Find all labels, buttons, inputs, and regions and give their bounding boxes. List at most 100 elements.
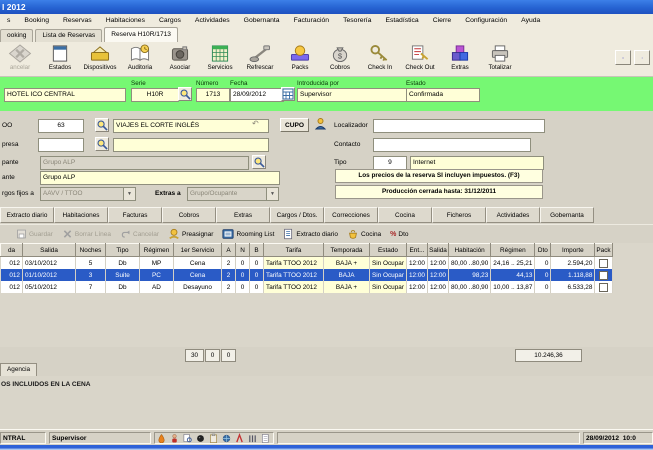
grid-button-cocina[interactable]: Cocina	[347, 228, 381, 240]
tipo-code-field[interactable]: 9	[373, 156, 407, 170]
column-header[interactable]: Pack	[594, 243, 613, 257]
column-header[interactable]: Tipo	[105, 243, 140, 257]
cargos-fijos-select[interactable]: AAVV / TTOO ▼	[40, 187, 136, 201]
globe-icon[interactable]	[222, 433, 231, 443]
tab-extras[interactable]: Extras	[216, 207, 270, 223]
toolbar-button-servicios[interactable]: Servicios	[200, 44, 240, 71]
pack-checkbox[interactable]	[599, 258, 608, 268]
column-header[interactable]: Estado	[369, 243, 407, 257]
menu-item-actividades[interactable]: Actividades	[188, 14, 237, 27]
column-header[interactable]: 1er Servicio	[173, 243, 222, 257]
toolbar-button-extras[interactable]: Extras	[440, 44, 480, 71]
contacto-input[interactable]	[373, 138, 531, 152]
pack-checkbox[interactable]	[599, 270, 608, 280]
ocupante-field[interactable]: Grupo ALP	[40, 171, 280, 185]
column-header[interactable]: Dto	[534, 243, 552, 257]
ttoo-search-button[interactable]	[95, 118, 109, 132]
menu-item-gobernanta[interactable]: Gobernanta	[237, 14, 287, 27]
column-header[interactable]: Salida	[426, 243, 449, 257]
nav-first-icon[interactable]	[615, 50, 631, 65]
tab-gobernanta[interactable]: Gobernanta	[540, 207, 594, 223]
titular-field[interactable]: Grupo ALP	[40, 156, 249, 170]
menu-item-estad-stica[interactable]: Estadística	[378, 14, 425, 27]
tab-cocina[interactable]: Cocina	[378, 207, 432, 223]
menu-item-s[interactable]: s	[0, 14, 17, 27]
tipo-name-field[interactable]: Internet	[410, 156, 544, 170]
toolbar-button-packs[interactable]: Packs	[280, 44, 320, 71]
tab-cobros[interactable]: Cobros	[162, 207, 216, 223]
grid-button-rooming-list[interactable]: Rooming List	[222, 228, 274, 240]
column-header[interactable]: A	[221, 243, 236, 257]
toolbar-button-asociar[interactable]: Asociar	[160, 44, 200, 71]
tab-ficheros[interactable]: Ficheros	[432, 207, 486, 223]
serie-field[interactable]: H10R	[131, 88, 179, 102]
table-row[interactable]: 012 03/10/2012 5 Db MP Cena 2 0 0 Tarifa TTOO 201…	[0, 256, 613, 269]
nav-prev-icon[interactable]	[634, 50, 650, 65]
toolbar-button-refrescar[interactable]: Refrescar	[240, 44, 280, 71]
menu-item-booking[interactable]: Booking	[17, 14, 56, 27]
tab-habitaciones[interactable]: Habitaciones	[54, 207, 108, 223]
toolbar-button-cobros[interactable]: $ Cobros	[320, 44, 360, 71]
column-header[interactable]: Habitación	[447, 243, 492, 257]
column-header[interactable]: N	[235, 243, 250, 257]
grid-button-preasignar[interactable]: Preasignar	[168, 228, 213, 240]
toolbar-button-totalizar[interactable]: Totalizar	[480, 44, 520, 71]
grid-button-cancelar[interactable]: Cancelar	[120, 228, 159, 240]
doc-tab-reserva-h10r-1713[interactable]: Reserva H10R/1713	[104, 27, 178, 42]
numero-field[interactable]: 1713	[196, 88, 230, 102]
column-header[interactable]: Noches	[75, 243, 106, 257]
calendar-icon[interactable]	[281, 87, 295, 101]
marker-icon[interactable]	[235, 433, 244, 443]
menu-item-habitaciones[interactable]: Habitaciones	[99, 14, 152, 27]
flame-icon[interactable]	[157, 433, 166, 443]
toolbar-button-ancelar[interactable]: ancelar	[0, 44, 40, 71]
column-header[interactable]: Ent...	[405, 243, 428, 257]
menu-item-configuraci-n[interactable]: Configuración	[458, 14, 514, 27]
extras-a-select[interactable]: Grupo/Ocupante ▼	[187, 187, 279, 201]
tab-actividades[interactable]: Actividades	[486, 207, 540, 223]
column-header[interactable]: Tarifa	[263, 243, 324, 257]
titular-search-button[interactable]	[252, 155, 266, 169]
toolbar-button-check-in[interactable]: Check In	[360, 44, 400, 71]
tab-extracto-diario[interactable]: Extracto diario	[0, 207, 54, 223]
empresa-code-field[interactable]	[38, 138, 84, 152]
grid-button-borrar-l-nea[interactable]: Borrar Línea	[62, 228, 111, 240]
notes-area[interactable]: OS INCLUIDOS EN LA CENA	[0, 376, 653, 429]
column-header[interactable]: B	[249, 243, 264, 257]
menu-item-reservas[interactable]: Reservas	[56, 14, 99, 27]
localizador-input[interactable]	[373, 119, 545, 133]
column-header[interactable]: da	[0, 243, 23, 257]
table-row[interactable]: 012 05/10/2012 7 Db AD Desayuno 2 0 0 Tarifa TTOO…	[0, 281, 613, 293]
table-row[interactable]: 012 01/10/2012 3 Suite PC Cena 2 0 0 Tarifa TTOO …	[0, 269, 613, 281]
person-icon[interactable]	[170, 433, 179, 443]
toolbar-button-estados[interactable]: Estados	[40, 44, 80, 71]
tab-agencia[interactable]: Agencia	[0, 363, 38, 376]
magnifier-icon[interactable]	[178, 87, 192, 101]
toolbar-button-dispositivos[interactable]: Dispositivos	[80, 44, 120, 71]
column-header[interactable]: Régimen	[490, 243, 536, 257]
menu-item-ayuda[interactable]: Ayuda	[514, 14, 547, 27]
hotel-field[interactable]: HOTEL ICO CENTRAL	[4, 88, 126, 102]
menu-item-cierre[interactable]: Cierre	[426, 14, 459, 27]
toolbar-button-check-out[interactable]: Check Out	[400, 44, 440, 71]
empresa-search-button[interactable]	[95, 137, 109, 151]
ball-icon[interactable]	[196, 433, 205, 443]
pack-checkbox[interactable]	[599, 282, 608, 292]
column-header[interactable]: Salida	[22, 243, 76, 257]
toolbar-button-auditoria[interactable]: Auditoria	[120, 44, 160, 71]
search-doc-icon[interactable]	[183, 433, 192, 443]
tab-cargos-dtos-[interactable]: Cargos / Dtos.	[270, 207, 324, 223]
clipboard-icon[interactable]	[209, 433, 218, 443]
grid-button-extracto-diario[interactable]: Extracto diario	[283, 228, 338, 240]
doc-icon[interactable]	[261, 433, 270, 443]
empresa-name-field[interactable]	[113, 138, 269, 152]
menu-item-cargos[interactable]: Cargos	[152, 14, 188, 27]
grid-button-guardar[interactable]: Guardar	[16, 228, 53, 240]
menu-item-facturaci-n[interactable]: Facturación	[287, 14, 337, 27]
column-header[interactable]: Temporada	[323, 243, 370, 257]
tab-correcciones[interactable]: Correcciones	[324, 207, 378, 223]
ttoo-code-field[interactable]: 63	[38, 119, 84, 133]
person-icon[interactable]	[314, 117, 327, 130]
menu-item-tesorer-a[interactable]: Tesorería	[336, 14, 378, 27]
bars-icon[interactable]	[248, 433, 257, 443]
